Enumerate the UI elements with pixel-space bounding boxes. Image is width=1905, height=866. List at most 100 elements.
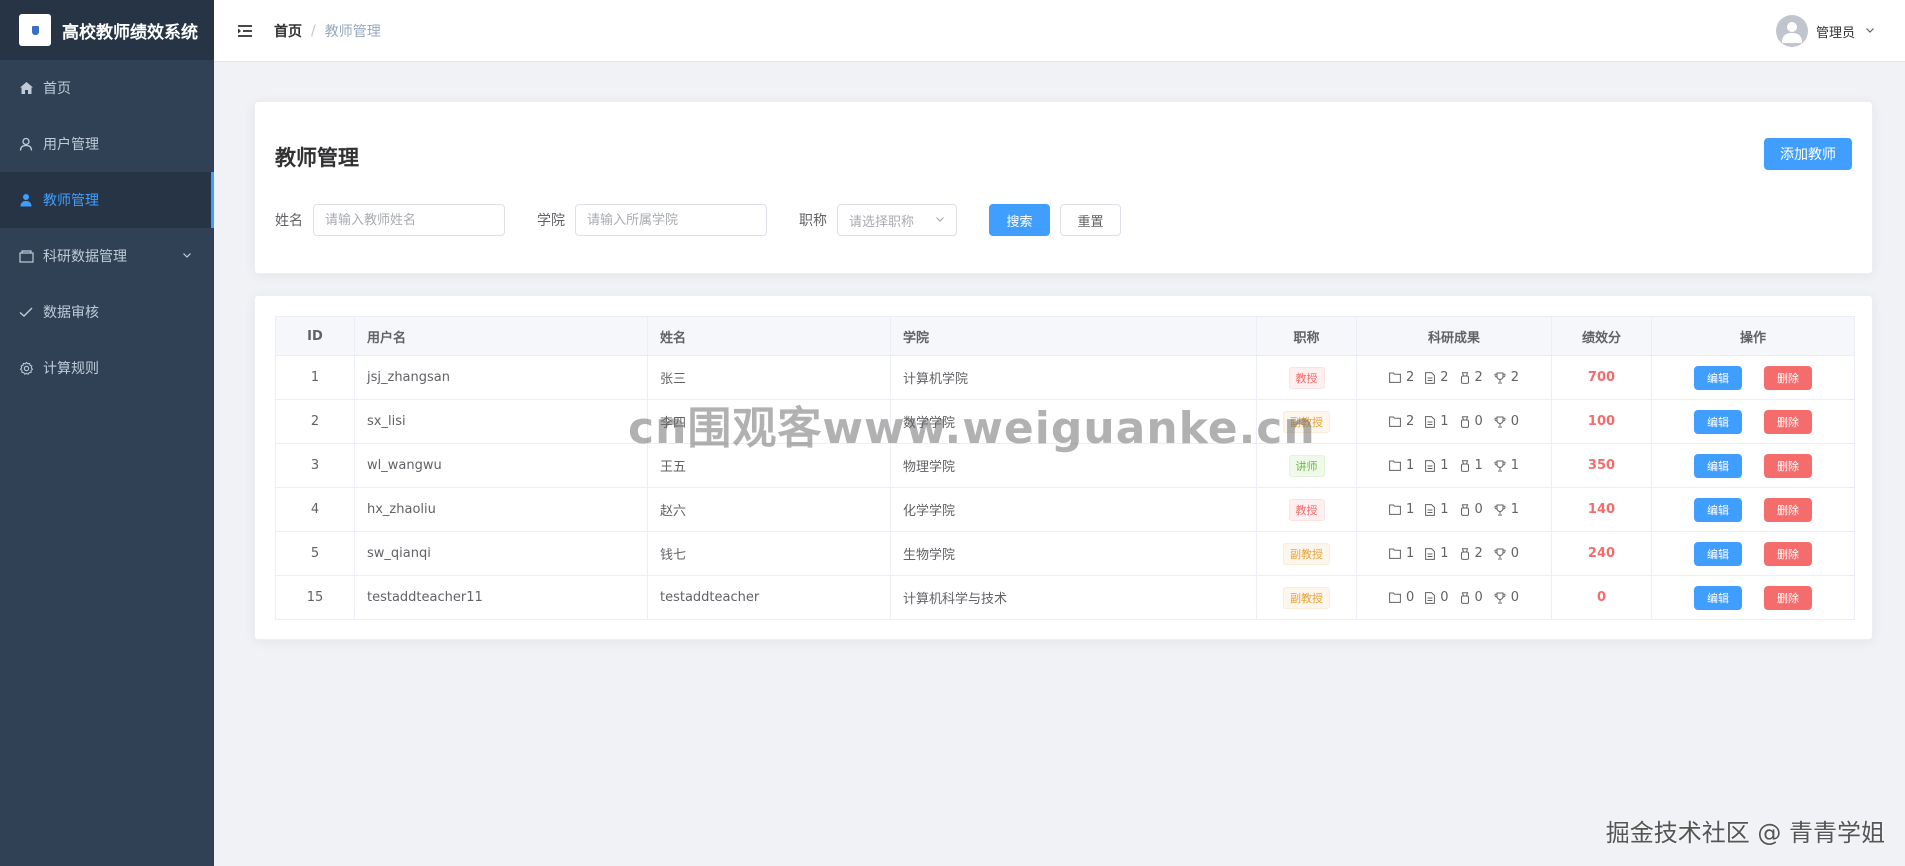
research-patents-count: 2 (1474, 370, 1483, 385)
cell-research: 1 1 2 0 (1356, 531, 1552, 576)
cell-id: 2 (275, 399, 355, 444)
cell-username: sw_qianqi (354, 531, 648, 576)
sidebar-item-label: 数据审核 (43, 305, 99, 321)
avatar[interactable] (1775, 15, 1808, 47)
cell-research: 1 1 1 1 (1356, 443, 1552, 488)
research-projects-count: 2 (1405, 370, 1415, 385)
research-papers-count: 2 (1440, 370, 1449, 385)
cell-username: testaddteacher11 (354, 575, 648, 620)
breadcrumb-home[interactable]: 首页 (274, 21, 302, 41)
research-awards-count: 0 (1510, 546, 1520, 561)
sidebar-item-label: 科研数据管理 (43, 249, 127, 265)
document-icon (1425, 371, 1436, 384)
research-papers: 1 (1425, 546, 1449, 561)
document-icon (1425, 415, 1436, 428)
cell-username: hx_zhaoliu (354, 487, 648, 532)
research-projects-count: 1 (1405, 458, 1415, 473)
sidebar-item-research[interactable]: 科研数据管理 (0, 228, 214, 284)
cell-research: 2 1 0 0 (1356, 399, 1552, 444)
medal-icon (1460, 591, 1470, 604)
cell-actions: 编辑 删除 (1651, 443, 1855, 488)
sidebar-item-review[interactable]: 数据审核 (0, 284, 214, 340)
cell-id: 15 (275, 575, 355, 620)
sidebar-item-rules[interactable]: 计算规则 (0, 340, 214, 396)
hamburger-icon[interactable] (236, 22, 254, 40)
search-card: 教师管理 添加教师 姓名 学院 职称 请选择职称 搜索 重置 (254, 101, 1873, 274)
edit-button[interactable]: 编辑 (1694, 585, 1742, 610)
sidebar-item-label: 首页 (43, 81, 71, 97)
performance-score: 140 (1587, 502, 1616, 517)
cell-actions: 编辑 删除 (1651, 531, 1855, 576)
edit-button[interactable]: 编辑 (1694, 497, 1742, 522)
research-projects: 0 (1389, 590, 1414, 605)
research-papers: 2 (1425, 370, 1449, 385)
research-patents: 2 (1460, 370, 1483, 385)
title-tag: 教授 (1288, 498, 1325, 521)
research-papers: 1 (1425, 458, 1449, 473)
user-name: 管理员 (1815, 25, 1855, 41)
folder-icon (1389, 592, 1401, 603)
research-awards-count: 2 (1510, 370, 1520, 385)
research-projects: 1 (1389, 502, 1414, 517)
research-papers-count: 0 (1440, 590, 1449, 605)
check-icon (18, 304, 34, 320)
research-patents: 1 (1460, 458, 1483, 473)
column-header-actions: 操作 (1651, 316, 1855, 356)
user-dropdown[interactable]: 管理员 (1775, 15, 1875, 47)
performance-score: 0 (1596, 590, 1607, 605)
sidebar-item-users[interactable]: 用户管理 (0, 116, 214, 172)
document-icon (1425, 503, 1436, 516)
add-teacher-button[interactable]: 添加教师 (1764, 138, 1852, 170)
cell-score: 350 (1551, 443, 1652, 488)
table-row: 15 testaddteacher11 testaddteacher 计算机科学… (275, 575, 1855, 620)
edit-button[interactable]: 编辑 (1694, 409, 1742, 434)
logo-icon (19, 14, 51, 46)
cell-username: sx_lisi (354, 399, 648, 444)
sidebar-item-home[interactable]: 首页 (0, 60, 214, 116)
delete-button[interactable]: 删除 (1764, 365, 1812, 390)
edit-button[interactable]: 编辑 (1694, 541, 1742, 566)
cell-title: 副教授 (1256, 531, 1357, 576)
search-button[interactable]: 搜索 (989, 204, 1050, 236)
chevron-down-icon (935, 213, 945, 228)
chevron-down-icon (182, 248, 192, 264)
research-awards: 0 (1494, 414, 1519, 429)
folder-icon (1389, 372, 1401, 383)
delete-button[interactable]: 删除 (1764, 497, 1812, 522)
cell-username: wl_wangwu (354, 443, 648, 488)
research-awards: 1 (1494, 502, 1519, 517)
top-navbar: 首页 / 教师管理 管理员 (214, 0, 1905, 62)
delete-button[interactable]: 删除 (1764, 453, 1812, 478)
medal-icon (1460, 503, 1470, 516)
logo-area[interactable]: 高校教师绩效系统 (0, 0, 214, 60)
cell-id: 1 (275, 355, 355, 400)
delete-button[interactable]: 删除 (1764, 585, 1812, 610)
performance-score: 350 (1587, 458, 1616, 473)
trophy-icon (1494, 592, 1506, 604)
cell-score: 240 (1551, 531, 1652, 576)
table-card: ID 用户名 姓名 学院 职称 科研成果 绩效分 操作 1 jsj_zhangs… (254, 295, 1873, 640)
sidebar-menu: 首页 用户管理 教师管理 科研数据管理 数据审核 计算规则 (0, 60, 214, 396)
reset-button[interactable]: 重置 (1060, 204, 1121, 236)
research-papers-count: 1 (1440, 546, 1449, 561)
title-select[interactable]: 请选择职称 (837, 204, 957, 236)
home-icon (18, 80, 34, 96)
edit-button[interactable]: 编辑 (1694, 365, 1742, 390)
delete-button[interactable]: 删除 (1764, 409, 1812, 434)
research-projects: 2 (1389, 414, 1414, 429)
delete-button[interactable]: 删除 (1764, 541, 1812, 566)
edit-button[interactable]: 编辑 (1694, 453, 1742, 478)
search-form: 姓名 学院 职称 请选择职称 搜索 重置 (275, 204, 1121, 236)
sidebar-item-teachers[interactable]: 教师管理 (0, 172, 214, 228)
cell-research: 1 1 0 1 (1356, 487, 1552, 532)
cell-score: 140 (1551, 487, 1652, 532)
name-search-input[interactable] (313, 204, 505, 236)
cell-id: 5 (275, 531, 355, 576)
title-tag: 讲师 (1288, 454, 1325, 477)
research-projects: 1 (1389, 546, 1414, 561)
watermark-bottom-right: 掘金技术社区 @ 青青学姐 (1605, 819, 1885, 847)
college-search-input[interactable] (575, 204, 767, 236)
college-label: 学院 (537, 213, 565, 229)
research-awards: 0 (1494, 590, 1519, 605)
research-papers: 1 (1425, 502, 1449, 517)
